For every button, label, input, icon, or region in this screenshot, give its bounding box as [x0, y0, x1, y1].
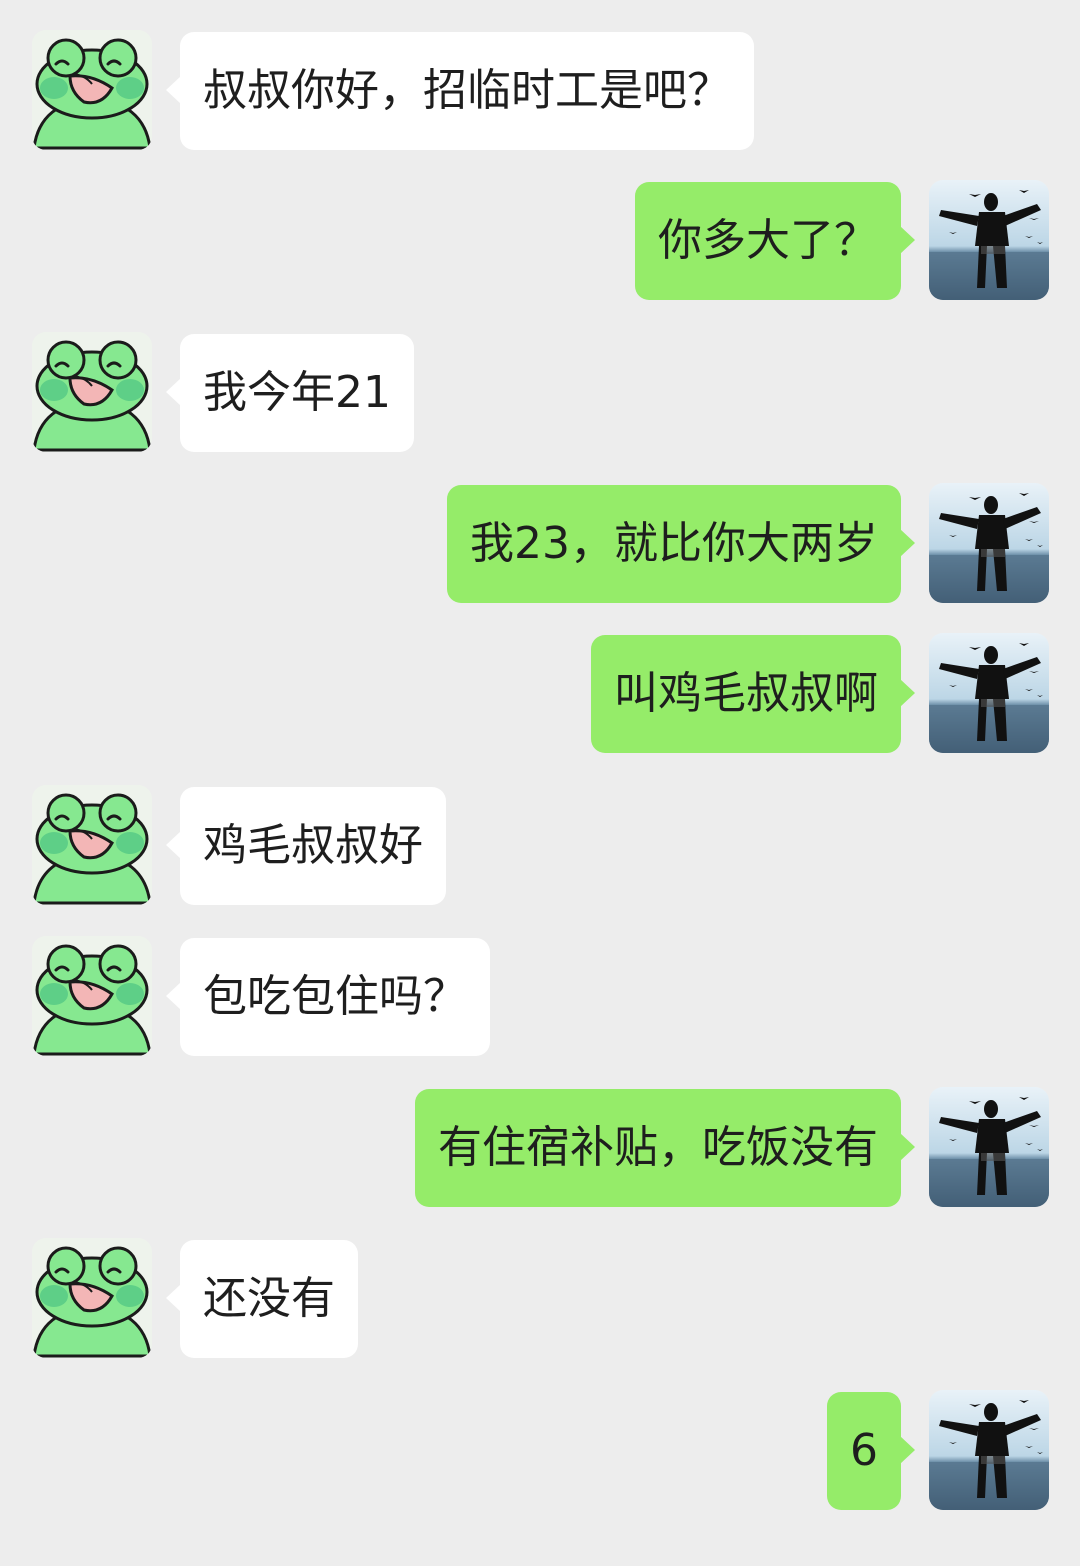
man-seagulls-avatar-icon[interactable] [929, 633, 1049, 753]
man-seagulls-avatar-icon[interactable] [929, 1087, 1049, 1207]
frog-avatar-icon[interactable] [32, 936, 152, 1056]
message-row-incoming: 鸡毛叔叔好 [0, 785, 1080, 905]
message-bubble-incoming[interactable]: 我今年21 [166, 334, 414, 452]
chat-message-list[interactable]: 叔叔你好，招临时工是吧？ 你多大了？ 我今年21 我23，就比你大两岁 叫鸡毛叔… [0, 0, 1080, 1566]
message-row-outgoing: 我23，就比你大两岁 [0, 483, 1080, 603]
message-row-incoming: 叔叔你好，招临时工是吧？ [0, 30, 1080, 150]
message-row-incoming: 我今年21 [0, 332, 1080, 452]
frog-avatar-icon[interactable] [32, 1238, 152, 1358]
message-bubble-outgoing[interactable]: 叫鸡毛叔叔啊 [591, 635, 915, 753]
man-seagulls-avatar-icon[interactable] [929, 1390, 1049, 1510]
man-seagulls-avatar-icon[interactable] [929, 483, 1049, 603]
message-row-outgoing: 你多大了？ [0, 180, 1080, 300]
message-bubble-outgoing[interactable]: 你多大了？ [635, 182, 915, 300]
message-row-incoming: 还没有 [0, 1238, 1080, 1358]
man-seagulls-avatar-icon[interactable] [929, 180, 1049, 300]
message-bubble-outgoing[interactable]: 我23，就比你大两岁 [447, 485, 915, 603]
message-row-incoming: 包吃包住吗？ [0, 936, 1080, 1056]
message-row-outgoing: 叫鸡毛叔叔啊 [0, 633, 1080, 753]
frog-avatar-icon[interactable] [32, 30, 152, 150]
message-bubble-incoming[interactable]: 包吃包住吗？ [166, 938, 490, 1056]
frog-avatar-icon[interactable] [32, 785, 152, 905]
message-bubble-outgoing[interactable]: 6 [827, 1392, 915, 1510]
message-bubble-outgoing[interactable]: 有住宿补贴，吃饭没有 [415, 1089, 915, 1207]
message-bubble-incoming[interactable]: 鸡毛叔叔好 [166, 787, 446, 905]
message-row-outgoing: 有住宿补贴，吃饭没有 [0, 1087, 1080, 1207]
frog-avatar-icon[interactable] [32, 332, 152, 452]
message-row-outgoing: 6 [0, 1390, 1080, 1510]
message-bubble-incoming[interactable]: 叔叔你好，招临时工是吧？ [166, 32, 754, 150]
message-bubble-incoming[interactable]: 还没有 [166, 1240, 358, 1358]
